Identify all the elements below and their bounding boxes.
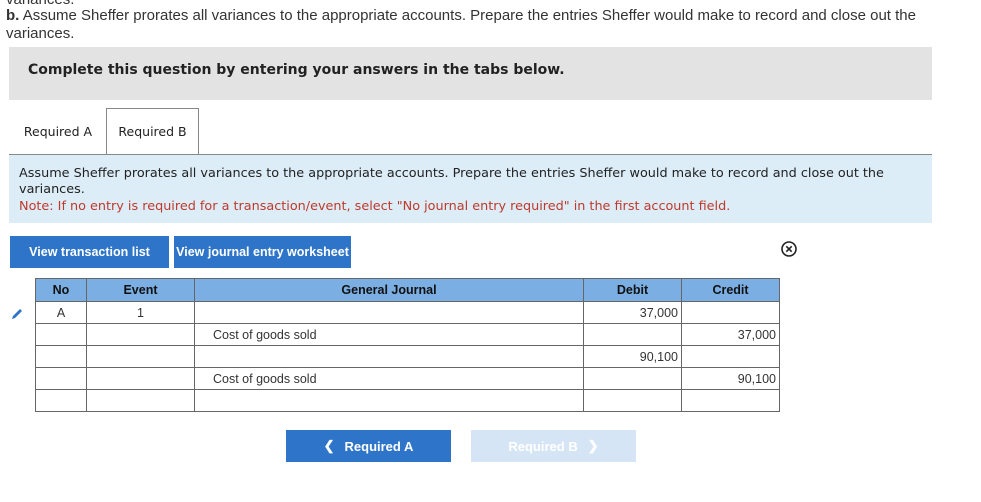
table-row[interactable]: Cost of goods sold 37,000 (35, 323, 780, 346)
prev-required-a-button[interactable]: ❮ Required A (286, 430, 451, 462)
row-credit[interactable] (681, 389, 780, 412)
journal-table: No Event General Journal Debit Credit A … (35, 278, 780, 412)
question-text: b. Assume Sheffer prorates all variances… (6, 7, 956, 43)
row-event: 1 (86, 301, 195, 324)
next-label: Required B (508, 438, 578, 454)
instructions-panel: Assume Sheffer prorates all variances to… (9, 155, 932, 223)
table-row[interactable]: A 1 37,000 (35, 301, 780, 324)
question-body: Assume Sheffer prorates all variances to… (6, 7, 916, 42)
chevron-right-icon: ❯ (587, 438, 599, 453)
row-debit[interactable]: 37,000 (583, 301, 682, 324)
header-debit: Debit (583, 278, 682, 302)
account-text: Cost of goods sold (213, 327, 317, 342)
row-account[interactable]: Cost of goods sold (194, 323, 584, 346)
table-row[interactable]: Cost of goods sold 90,100 (35, 367, 780, 390)
next-required-b-button[interactable]: Required B ❯ (471, 430, 636, 462)
row-account[interactable] (194, 301, 584, 324)
row-credit[interactable] (681, 301, 780, 324)
row-debit[interactable] (583, 389, 682, 412)
view-transaction-list-button[interactable]: View transaction list (10, 236, 169, 268)
row-debit[interactable] (583, 323, 682, 346)
row-no: A (35, 301, 87, 324)
row-account[interactable] (194, 389, 584, 412)
row-event (86, 367, 195, 390)
account-text: Cost of goods sold (213, 371, 317, 386)
row-account[interactable]: Cost of goods sold (194, 367, 584, 390)
chevron-left-icon: ❮ (323, 438, 335, 453)
header-event: Event (86, 278, 195, 302)
table-row[interactable]: 90,100 (35, 345, 780, 368)
row-event (86, 389, 195, 412)
row-credit[interactable] (681, 345, 780, 368)
row-account[interactable] (194, 345, 584, 368)
close-circle-icon[interactable] (781, 241, 797, 257)
journal-header-row: No Event General Journal Debit Credit (35, 278, 780, 302)
tab-required-a[interactable]: Required A (10, 108, 106, 155)
row-no (35, 323, 87, 346)
row-event (86, 345, 195, 368)
row-credit[interactable]: 37,000 (681, 323, 780, 346)
header-credit: Credit (681, 278, 780, 302)
row-no (35, 345, 87, 368)
table-row[interactable] (35, 389, 780, 412)
instructions-note: Note: If no entry is required for a tran… (19, 199, 731, 214)
row-debit[interactable]: 90,100 (583, 345, 682, 368)
row-debit[interactable] (583, 367, 682, 390)
banner-text: Complete this question by entering your … (28, 62, 565, 78)
view-journal-worksheet-button[interactable]: View journal entry worksheet (174, 236, 351, 268)
row-no (35, 367, 87, 390)
instruction-banner: Complete this question by entering your … (9, 47, 932, 100)
tab-required-b[interactable]: Required B (106, 108, 199, 155)
header-general-journal: General Journal (194, 278, 584, 302)
prev-label: Required A (344, 438, 414, 454)
header-no: No (35, 278, 87, 302)
pencil-icon[interactable] (10, 307, 24, 321)
row-credit[interactable]: 90,100 (681, 367, 780, 390)
row-event (86, 323, 195, 346)
part-label: b. (6, 7, 20, 24)
row-no (35, 389, 87, 412)
instructions-text: Assume Sheffer prorates all variances to… (19, 166, 884, 197)
